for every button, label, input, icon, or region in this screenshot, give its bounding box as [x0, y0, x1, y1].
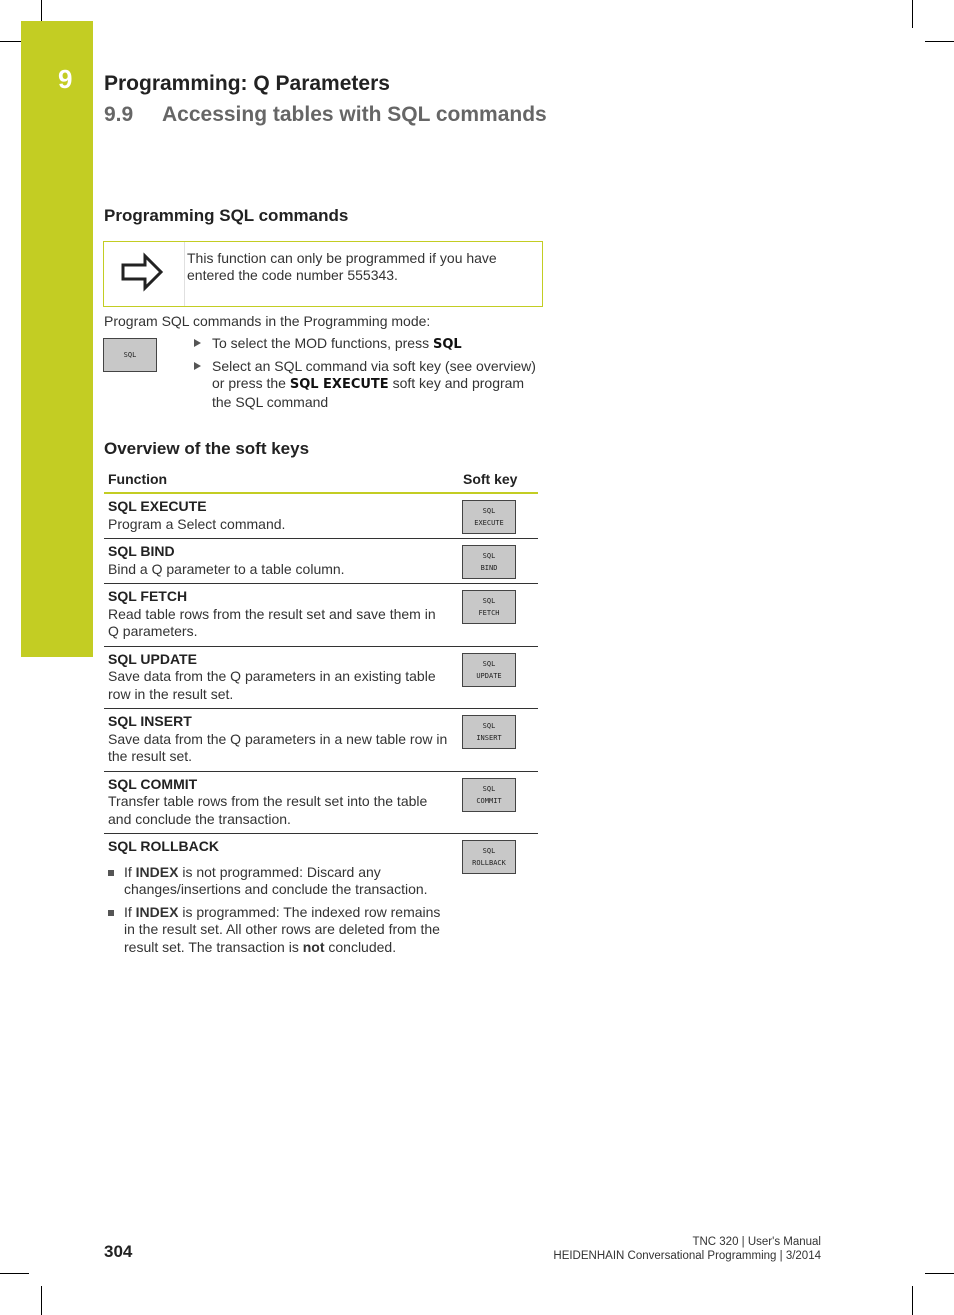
crop-mark [912, 0, 913, 28]
table-header: Function Soft key [104, 468, 538, 494]
crop-mark [925, 1273, 954, 1274]
softkey-table: Function Soft key SQL EXECUTE Program a S… [104, 468, 538, 966]
function-description: Program a Select command. [108, 515, 286, 532]
softkey-label: SQL [482, 552, 496, 560]
crop-mark [912, 1286, 913, 1315]
table-row: SQL ROLLBACK If INDEX is not programmed:… [104, 834, 538, 966]
softkey-label: INSERT [476, 734, 502, 742]
step-item: Select an SQL command via soft key (see … [192, 358, 542, 412]
softkey-bind: SQL BIND [462, 545, 516, 579]
function-description: Transfer table rows from the result set … [108, 793, 428, 827]
softkey-sql: SQL [103, 338, 157, 372]
softkey-insert: SQL INSERT [462, 715, 516, 749]
softkey-label: COMMIT [476, 796, 502, 805]
page-number: 304 [104, 1242, 133, 1261]
bullet-text: If [124, 863, 136, 880]
bullet-text: If [124, 903, 136, 920]
crop-mark [925, 41, 954, 42]
softkey-label: EXECUTE [474, 519, 504, 527]
section-title-line: 9.9 Accessing tables with SQL commands [104, 103, 547, 127]
softkey-fetch: SQL FETCH [462, 590, 516, 624]
section-number: 9.9 [104, 103, 134, 126]
bullet-item: If INDEX is programmed: The indexed row … [108, 904, 448, 957]
footer-info: TNC 320 | User's Manual HEIDENHAIN Conve… [553, 1235, 821, 1263]
function-name: SQL EXECUTE [108, 498, 207, 514]
step-keyword: SQL [432, 337, 462, 352]
chapter-number: 9 [58, 64, 73, 94]
note-divider [184, 242, 185, 306]
column-header-function: Function [108, 471, 168, 487]
bullet-keyword: not [302, 938, 325, 955]
square-bullet-icon [108, 909, 114, 916]
footer-line1: TNC 320 | User's Manual [692, 1236, 821, 1248]
section-title: Accessing tables with SQL commands [162, 103, 547, 126]
function-description: Save data from the Q parameters in a new… [108, 730, 448, 765]
function-name: SQL FETCH [108, 588, 188, 604]
step-item: To select the MOD functions, press SQL [192, 335, 542, 354]
chapter-tab [21, 21, 93, 657]
table-row: SQL COMMIT Transfer table rows from the r… [104, 772, 538, 834]
rollback-bullets: If INDEX is not programmed: Discard any … [108, 864, 448, 957]
softkey-label: SQL [482, 597, 496, 605]
triangle-bullet-icon [194, 339, 201, 347]
note-box: This function can only be programmed if … [103, 241, 543, 307]
function-name: SQL ROLLBACK [108, 838, 219, 854]
step-text: To select the MOD functions, press [212, 335, 433, 351]
softkey-label: SQL [482, 847, 496, 855]
crop-mark [0, 41, 21, 42]
function-description: Save data from the Q parameters in an ex… [108, 668, 436, 702]
table-row: SQL INSERT Save data from the Q parameter… [104, 709, 538, 772]
note-text: This function can only be programmed if … [187, 250, 497, 283]
bullet-keyword: INDEX [135, 863, 179, 880]
function-name: SQL COMMIT [108, 775, 198, 792]
footer-line2: HEIDENHAIN Conversational Programming | … [553, 1250, 821, 1262]
crop-mark [0, 1273, 29, 1274]
column-header-softkey: Soft key [463, 471, 518, 487]
programming-heading: Programming SQL commands [104, 206, 349, 225]
table-row: SQL FETCH Read table rows from the result… [104, 584, 538, 647]
step-keyword: SQL EXECUTE [289, 377, 389, 392]
softkey-label: SQL [482, 784, 496, 793]
function-description: Read table rows from the result set and … [108, 605, 436, 640]
crop-mark [41, 1286, 42, 1315]
function-name: SQL INSERT [108, 713, 192, 729]
function-description: Bind a Q parameter to a table column. [108, 560, 345, 577]
table-row: SQL EXECUTE Program a Select command. SQL E… [104, 494, 538, 539]
bullet-item: If INDEX is not programmed: Discard any … [108, 864, 448, 899]
softkey-update: SQL UPDATE [462, 652, 516, 687]
square-bullet-icon [108, 869, 114, 876]
bullet-text: concluded. [324, 938, 397, 955]
intro-text: Program SQL commands in the Programming … [104, 313, 431, 329]
triangle-bullet-icon [194, 361, 201, 370]
table-row: SQL UPDATE Save data from the Q parameter… [104, 647, 538, 709]
softkey-label: SQL [123, 351, 137, 359]
chapter-title: Programming: Q Parameters [104, 72, 390, 95]
softkey-label: FETCH [478, 609, 500, 617]
table-row: SQL BIND Bind a Q parameter to a table co… [104, 539, 538, 584]
function-name: SQL BIND [108, 543, 175, 559]
softkey-rollback: SQL ROLLBACK [462, 840, 516, 874]
softkey-label: SQL [482, 659, 496, 668]
softkey-label: SQL [482, 722, 496, 730]
softkey-label: ROLLBACK [472, 859, 506, 867]
function-name: SQL UPDATE [108, 650, 197, 667]
softkey-commit: SQL COMMIT [462, 777, 516, 812]
overview-heading: Overview of the soft keys [104, 439, 310, 458]
bullet-keyword: INDEX [135, 903, 179, 920]
softkey-label: SQL [482, 507, 496, 515]
softkey-label: UPDATE [476, 671, 502, 680]
step-list: To select the MOD functions, press SQL S… [192, 335, 542, 415]
softkey-label: BIND [480, 564, 498, 572]
softkey-execute: SQL EXECUTE [462, 500, 516, 534]
right-arrow-icon [120, 252, 164, 297]
